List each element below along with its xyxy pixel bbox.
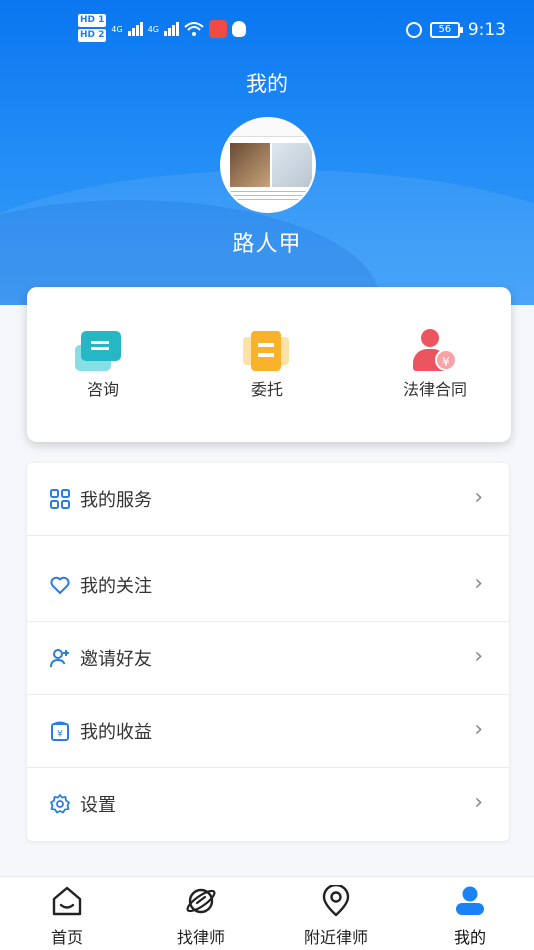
chevron-right-icon: › [474,717,483,742]
qq-icon [232,21,246,37]
document-icon [243,329,291,375]
tab-find-lawyer[interactable]: 找律师 [146,885,256,948]
tab-label: 附近律师 [303,928,368,947]
legal-contract-button[interactable]: ¥ 法律合同 [375,329,495,400]
page-title: 我的 [246,72,288,96]
menu-item-label: 设置 [80,795,116,816]
network-type-2: 4G [147,24,159,34]
planet-icon [186,888,216,914]
chevron-right-icon: › [474,644,483,669]
hd-indicators: HD 1 HD 2 [78,14,107,44]
alarm-icon [405,22,422,38]
signal-icon [127,22,143,36]
tab-label: 找律师 [176,928,225,947]
chevron-right-icon: › [474,485,483,510]
avatar[interactable] [220,117,316,213]
battery-icon: 56 [429,22,463,38]
menu-list: 我的服务 › 我的关注 › 邀请好友 › ¥ 我的收益 › 设置 › [27,463,509,841]
profile-icon [456,886,484,915]
tab-label: 我的 [453,928,486,947]
tab-label: 首页 [50,928,83,947]
menu-item-label: 我的关注 [80,576,152,597]
chevron-right-icon: › [474,790,483,815]
heart-icon [50,576,70,594]
menu-item-settings[interactable]: 设置 › [27,768,509,841]
avatar-thumbnail-bar [222,119,314,137]
wallet-yuan-icon: ¥ [51,721,69,741]
entrust-button[interactable]: 委托 [207,329,327,400]
add-user-icon [50,649,69,668]
avatar-thumbnail-photo-2 [272,143,312,187]
entrust-label: 委托 [250,380,283,399]
location-pin-icon [322,883,350,917]
menu-item-my-follows[interactable]: 我的关注 › [27,549,509,622]
menu-item-my-services[interactable]: 我的服务 › [27,463,509,536]
chevron-right-icon: › [474,571,483,596]
menu-item-my-earnings[interactable]: ¥ 我的收益 › [27,695,509,768]
person-yuan-icon: ¥ [411,329,459,375]
chat-bubbles-icon [75,329,127,375]
status-left-group: HD 1 HD 2 4G 4G [78,14,246,44]
wifi-icon [184,22,204,36]
menu-spacer [27,536,509,549]
status-right-group: 56 9:13 [405,20,506,40]
svg-text:¥: ¥ [57,730,63,740]
legal-contract-label: 法律合同 [402,380,467,399]
bottom-tab-bar: 首页 找律师 附近律师 我的 [0,876,534,950]
network-type-1: 4G [111,24,123,34]
avatar-thumbnail-photo-1 [230,143,270,187]
tab-mine[interactable]: 我的 [415,885,525,948]
menu-item-label: 我的服务 [80,490,152,511]
menu-item-label: 邀请好友 [80,649,152,670]
menu-item-label: 我的收益 [80,722,152,743]
grid-icon [50,489,70,509]
hd2-badge: HD 2 [78,29,107,42]
avatar-thumbnail-text [230,191,310,203]
consult-button[interactable]: 咨询 [43,329,163,400]
username: 路人甲 [232,232,302,257]
quick-actions-card: 咨询 委托 ¥ 法律合同 [27,287,511,442]
hd1-badge: HD 1 [78,14,107,27]
signal-icon-2 [164,22,179,36]
consult-label: 咨询 [86,380,119,399]
gear-icon [50,794,70,814]
app-notification-icon [209,20,227,38]
home-icon [52,886,82,916]
tab-home[interactable]: 首页 [12,885,122,948]
clock: 9:13 [467,20,506,40]
profile-header: HD 1 HD 2 4G 4G 56 9:13 我的 路人甲 [0,0,534,305]
tab-nearby-lawyers[interactable]: 附近律师 [281,883,391,948]
status-bar: HD 1 HD 2 4G 4G 56 9:13 [0,0,534,62]
menu-item-invite-friends[interactable]: 邀请好友 › [27,622,509,695]
